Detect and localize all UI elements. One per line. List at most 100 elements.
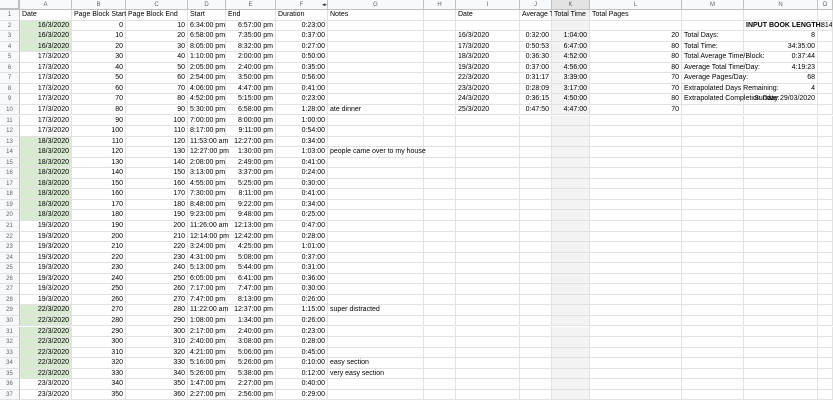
grid-cell[interactable] [590,126,682,137]
column-header-m[interactable]: M [682,0,744,10]
grid-cell[interactable] [520,284,552,295]
grid-cell[interactable] [456,368,520,380]
grid-cell[interactable] [424,284,456,295]
duration-cell[interactable]: 0:41:00 [276,83,328,95]
column-header-g[interactable]: G [328,0,424,10]
grid-cell[interactable] [818,31,833,42]
grid-cell[interactable] [818,136,833,148]
grid-cell[interactable] [552,263,590,274]
page-start-cell[interactable]: 320 [72,358,126,369]
grid-cell[interactable] [682,337,744,348]
grid-cell[interactable] [744,10,818,21]
row-header-20[interactable]: 20 [0,210,20,221]
end-time-cell[interactable]: 7:47:00 pm [226,284,276,295]
start-time-cell[interactable]: 7:30:00 pm [188,189,226,200]
grid-cell[interactable] [520,273,552,285]
row-header-29[interactable]: 29 [0,305,20,316]
start-time-cell[interactable]: 12:14:00 pm [188,231,229,243]
grid-cell[interactable] [520,389,552,401]
start-time-cell[interactable]: 1:10:00 pm [188,52,226,63]
grid-cell[interactable] [818,157,833,169]
page-end-cell[interactable]: 290 [126,315,188,327]
page-end-cell[interactable]: 20 [126,31,188,42]
row-header-10[interactable]: 10 [0,104,20,116]
grid-cell[interactable] [520,315,552,327]
start-time-cell[interactable]: 2:40:00 pm [188,337,226,348]
grid-cell[interactable] [520,252,552,264]
end-time-cell[interactable]: 5:26:00 pm [226,358,276,369]
grid-cell[interactable] [424,83,456,95]
grid-cell[interactable] [818,263,833,274]
grid-cell[interactable] [552,20,590,32]
start-time-cell[interactable]: 5:26:00 pm [188,368,226,380]
summary-pages-cell[interactable]: 80 [590,94,682,105]
grid-cell[interactable] [682,326,744,338]
grid-cell[interactable] [590,147,682,158]
page-start-cell[interactable]: 160 [72,189,126,200]
grid-cell[interactable] [744,115,818,127]
grid-cell[interactable] [328,83,424,95]
page-start-cell[interactable]: 350 [72,389,126,401]
stat-label-cell[interactable]: Average Pages/Day: [682,73,748,84]
grid-cell[interactable] [744,273,818,285]
start-time-cell[interactable]: 5:30:00 pm [188,104,226,116]
end-time-cell[interactable]: 6:58:00 pm [226,104,276,116]
summary-total-time-cell[interactable]: 3:39:00 [552,73,590,84]
grid-cell[interactable] [682,210,744,221]
grid-cell[interactable] [818,199,833,211]
header-cell[interactable]: Total Time [552,10,590,21]
summary-date-cell[interactable]: 24/3/2020 [456,94,520,105]
grid-cell[interactable] [744,210,818,221]
date-cell[interactable]: 17/3/2020 [20,52,72,63]
grid-cell[interactable] [520,136,552,148]
page-start-cell[interactable]: 140 [72,168,126,179]
grid-cell[interactable] [818,10,833,21]
grid-cell[interactable] [552,379,590,390]
grid-cell[interactable] [520,147,552,158]
date-cell[interactable]: 18/3/2020 [20,210,72,221]
grid-cell[interactable] [424,52,456,63]
grid-cell[interactable] [456,294,520,306]
grid-cell[interactable] [552,347,590,359]
row-header-9[interactable]: 9 [0,94,20,105]
date-cell[interactable]: 19/3/2020 [20,273,72,285]
grid-cell[interactable] [328,126,424,137]
grid-cell[interactable] [682,168,744,179]
grid-cell[interactable] [552,178,590,190]
page-start-cell[interactable]: 310 [72,347,126,359]
page-start-cell[interactable]: 290 [72,326,126,338]
grid-cell[interactable] [682,273,744,285]
grid-cell[interactable] [744,104,818,116]
summary-total-time-cell[interactable]: 6:47:00 [552,41,590,53]
grid-cell[interactable] [424,231,456,243]
summary-avg-cell[interactable]: 0:28:09 [520,83,552,95]
grid-cell[interactable] [744,337,818,348]
grid-cell[interactable] [818,294,833,306]
grid-cell[interactable] [456,221,520,232]
grid-cell[interactable] [682,147,744,158]
end-time-cell[interactable]: 9:22:00 pm [226,199,276,211]
duration-cell[interactable]: 1:01:00 [276,242,328,253]
notes-cell[interactable]: very easy section [328,368,424,380]
grid-cell[interactable] [456,389,520,401]
row-header-23[interactable]: 23 [0,242,20,253]
page-end-cell[interactable]: 230 [126,252,188,264]
page-end-cell[interactable]: 110 [126,126,188,137]
grid-cell[interactable] [424,368,456,380]
duration-cell[interactable]: 0:47:00 [276,221,328,232]
date-cell[interactable]: 16/3/2020 [20,41,72,53]
grid-cell[interactable] [552,358,590,369]
end-time-cell[interactable]: 8:13:00 pm [226,294,276,306]
row-header-6[interactable]: 6 [0,62,20,74]
grid-cell[interactable] [424,168,456,179]
grid-cell[interactable] [818,368,833,380]
summary-pages-cell[interactable]: 20 [590,31,682,42]
date-cell[interactable]: 17/3/2020 [20,126,72,137]
notes-cell[interactable]: super distracted [328,305,424,316]
grid-cell[interactable] [682,10,744,21]
grid-cell[interactable] [682,294,744,306]
column-header-l[interactable]: L [590,0,682,10]
grid-cell[interactable] [424,210,456,221]
duration-cell[interactable]: 0:41:00 [276,157,328,169]
grid-cell[interactable] [818,242,833,253]
